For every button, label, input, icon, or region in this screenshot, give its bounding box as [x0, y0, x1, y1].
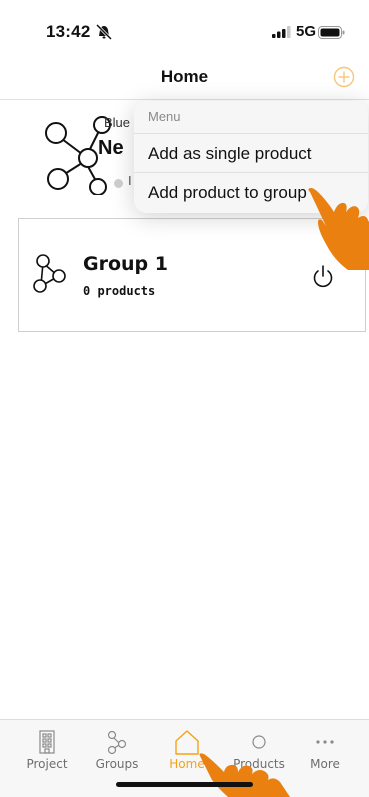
menu-item-add-single-product[interactable]: Add as single product — [134, 133, 368, 173]
tab-project[interactable]: Project — [10, 720, 84, 780]
status-dot — [114, 179, 123, 188]
plus-circle-icon[interactable] — [333, 66, 355, 88]
home-icon — [175, 730, 199, 755]
menu-header: Menu — [148, 109, 181, 124]
product-status: I — [128, 173, 132, 188]
page-title: Home — [160, 67, 209, 86]
product-name: Ne — [98, 137, 124, 159]
tab-label-groups: Groups — [95, 757, 139, 771]
bell-muted-icon — [95, 24, 113, 40]
signal-icon — [272, 26, 291, 38]
tab-more[interactable]: More — [288, 720, 362, 780]
pointer-hand-icon — [199, 753, 290, 797]
pointer-hand-icon — [308, 188, 369, 270]
home-indicator — [116, 782, 253, 787]
group-nodes-icon — [33, 254, 66, 293]
tab-label-more: More — [310, 757, 340, 771]
battery-icon — [318, 26, 345, 39]
network-type: 5G — [296, 23, 317, 40]
product-subtitle: Blue — [104, 115, 131, 130]
tab-label-project: Project — [26, 757, 68, 771]
ellipsis-icon — [316, 740, 334, 744]
navigation-bar: Home — [0, 50, 369, 100]
group-name: Group 1 — [83, 253, 168, 275]
group-product-count: 0 products — [83, 284, 156, 298]
tab-groups[interactable]: Groups — [80, 720, 154, 780]
groups-icon — [107, 730, 127, 755]
building-icon — [39, 730, 55, 754]
status-time: 13:42 — [46, 22, 91, 41]
